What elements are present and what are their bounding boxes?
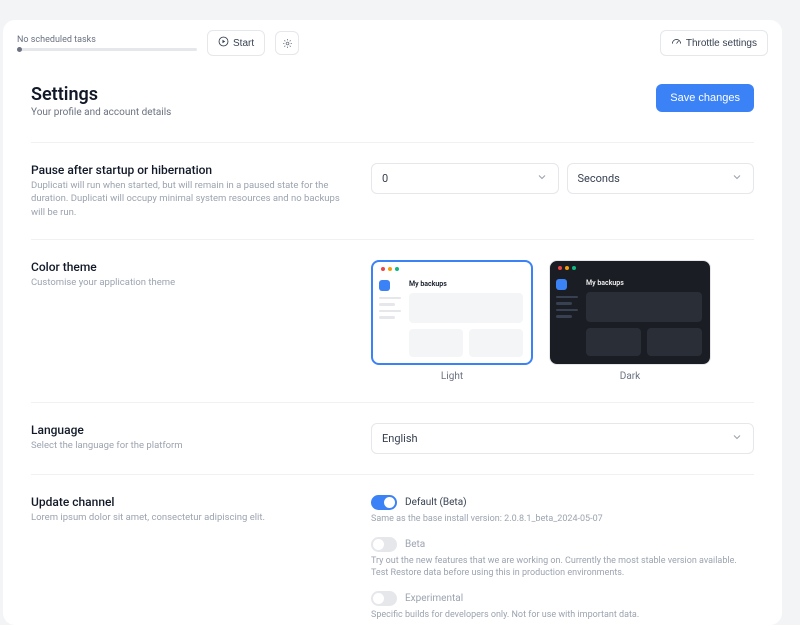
language-desc: Select the language for the platform (31, 439, 351, 452)
theme-desc: Customise your application theme (31, 276, 351, 289)
page-header: Settings Your profile and account detail… (31, 84, 754, 118)
update-title: Update channel (31, 495, 351, 509)
theme-section: Color theme Customise your application t… (31, 240, 754, 402)
throttle-settings-button[interactable]: Throttle settings (660, 30, 768, 56)
chevron-down-icon (731, 431, 743, 446)
theme-preview-dark: My backups (549, 260, 711, 365)
channel-toggle-beta[interactable] (371, 537, 397, 552)
chevron-down-icon (536, 171, 548, 186)
task-status-text: No scheduled tasks (17, 35, 197, 45)
theme-title: Color theme (31, 260, 351, 274)
task-status: No scheduled tasks (17, 35, 197, 51)
pause-unit: Seconds (578, 172, 620, 185)
topbar: No scheduled tasks Start Throttle settin… (3, 20, 782, 66)
chevron-down-icon (731, 171, 743, 186)
pause-unit-select[interactable]: Seconds (567, 163, 755, 219)
preview-title: My backups (586, 279, 702, 287)
theme-preview-light: My backups (371, 260, 533, 365)
update-desc: Lorem ipsum dolor sit amet, consectetur … (31, 511, 351, 524)
theme-label-light: Light (441, 371, 463, 382)
theme-option-dark[interactable]: My backups Dark (549, 260, 711, 382)
preview-title: My backups (409, 280, 523, 288)
throttle-label: Throttle settings (686, 38, 757, 49)
language-title: Language (31, 423, 351, 437)
theme-label-dark: Dark (620, 371, 640, 382)
theme-option-light[interactable]: My backups Light (371, 260, 533, 382)
channel-desc-experimental: Specific builds for developers only. Not… (371, 609, 754, 621)
settings-icon-button[interactable] (275, 31, 299, 55)
pause-title: Pause after startup or hibernation (31, 163, 351, 177)
update-section: Update channel Lorem ipsum dolor sit ame… (31, 475, 754, 625)
channel-label-beta: Beta (405, 539, 425, 550)
channel-desc-beta: Try out the new features that we are wor… (371, 555, 754, 579)
language-section: Language Select the language for the pla… (31, 403, 754, 474)
channel-toggle-experimental[interactable] (371, 591, 397, 606)
channel-label-default: Default (Beta) (405, 497, 467, 508)
language-value: English (382, 432, 418, 445)
page-title: Settings (31, 84, 171, 105)
pause-value: 0 (382, 172, 388, 185)
content-area: Settings Your profile and account detail… (3, 66, 782, 625)
gauge-icon (671, 36, 682, 50)
channel-desc-default: Same as the base install version: 2.0.8.… (371, 513, 754, 525)
play-icon (218, 36, 229, 50)
pause-desc: Duplicati will run when started, but wil… (31, 179, 351, 219)
language-select[interactable]: English (371, 423, 754, 454)
save-button[interactable]: Save changes (656, 84, 754, 112)
task-progress (17, 48, 197, 51)
start-button[interactable]: Start (207, 30, 265, 56)
gear-icon (282, 34, 293, 53)
start-button-label: Start (233, 38, 254, 49)
pause-value-select[interactable]: 0 (371, 163, 559, 219)
task-progress-knob (17, 47, 22, 52)
channel-toggle-default[interactable] (371, 495, 397, 510)
pause-section: Pause after startup or hibernation Dupli… (31, 143, 754, 239)
settings-window: No scheduled tasks Start Throttle settin… (3, 20, 782, 625)
page-subtitle: Your profile and account details (31, 107, 171, 118)
channel-label-experimental: Experimental (405, 593, 463, 604)
